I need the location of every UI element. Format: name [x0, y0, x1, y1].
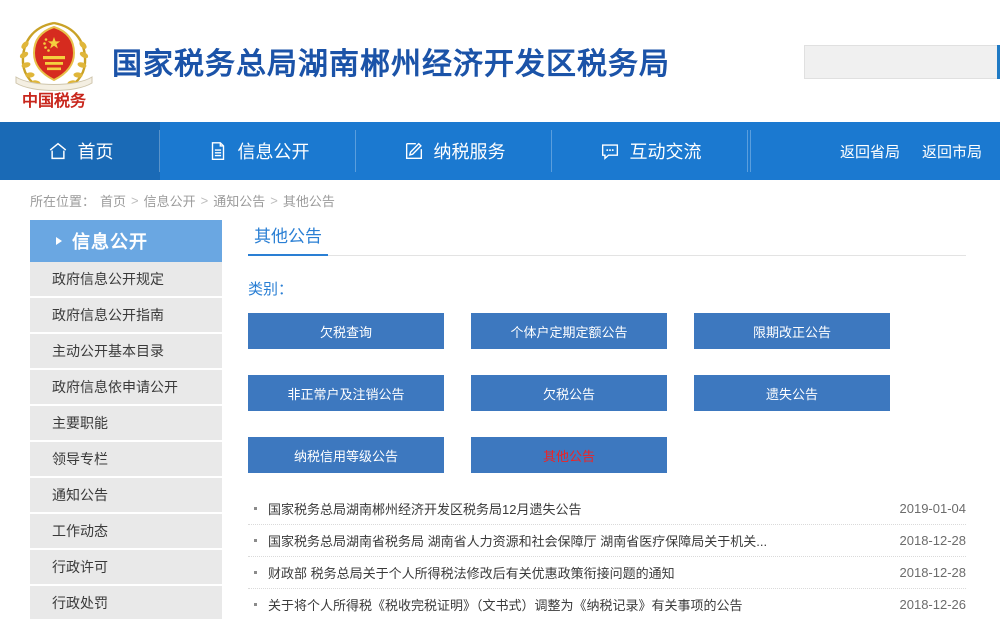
site-header: 中国税务 国家税务总局湖南郴州经济开发区税务局: [0, 0, 1000, 122]
category-button-loss-announcement[interactable]: 遗失公告: [694, 375, 890, 411]
sidebar: 信息公开 政府信息公开规定 政府信息公开指南 主动公开基本目录 政府信息依申请公…: [30, 220, 222, 619]
list-item[interactable]: 财政部 税务总局关于个人所得税法修改后有关优惠政策衔接问题的通知 2018-12…: [248, 557, 966, 589]
sidebar-item-leadership[interactable]: 领导专栏: [30, 442, 222, 478]
page-title: 国家税务总局湖南郴州经济开发区税务局: [112, 39, 670, 83]
content-tabs: 其他公告: [248, 220, 966, 256]
search-input[interactable]: [804, 45, 997, 79]
nav-right-links: 返回省局 返回市局: [840, 122, 1000, 180]
bullet-icon: [254, 571, 257, 574]
sidebar-item-label: 行政处罚: [52, 593, 108, 613]
pencil-square-icon: [403, 140, 425, 162]
nav-item-info-disclosure[interactable]: 信息公开: [160, 122, 356, 180]
list-item[interactable]: 国家税务总局湖南省税务局 湖南省人力资源和社会保障厅 湖南省医疗保障局关于机关.…: [248, 525, 966, 557]
nav-item-info-disclosure-label: 信息公开: [238, 138, 310, 164]
main-navigation: 首页 信息公开 纳税服务 互: [0, 122, 1000, 180]
sidebar-item-label: 政府信息公开指南: [52, 305, 164, 325]
breadcrumb-separator: >: [131, 193, 139, 208]
breadcrumb-separator: >: [270, 193, 278, 208]
document-icon: [207, 140, 229, 162]
sidebar-item-admin-penalty[interactable]: 行政处罚: [30, 586, 222, 619]
sidebar-item-label: 工作动态: [52, 521, 108, 541]
bullet-icon: [254, 507, 257, 510]
chat-bubble-icon: [599, 140, 621, 162]
breadcrumb-item-info-disclosure[interactable]: 信息公开: [144, 191, 196, 210]
sidebar-item-label: 政府信息公开规定: [52, 269, 164, 289]
category-button-individual-fixed-quota[interactable]: 个体户定期定额公告: [471, 313, 667, 349]
category-button-tax-arrears-query[interactable]: 欠税查询: [248, 313, 444, 349]
category-label: 类别：: [248, 278, 966, 299]
news-date: 2019-01-04: [900, 501, 967, 516]
news-date: 2018-12-28: [900, 533, 967, 548]
china-tax-emblem: 中国税务: [6, 11, 102, 111]
home-icon: [47, 140, 69, 162]
breadcrumb-separator: >: [201, 193, 209, 208]
sidebar-item-label: 通知公告: [52, 485, 108, 505]
sidebar-item-label: 主要职能: [52, 413, 108, 433]
content-area: 其他公告 类别： 欠税查询 个体户定期定额公告 限期改正公告 非正常户及注销公告…: [248, 220, 1000, 619]
list-item[interactable]: 关于将个人所得税《税收完税证明》（文书式）调整为《纳税记录》有关事项的公告 20…: [248, 589, 966, 619]
category-button-tax-credit-rating[interactable]: 纳税信用等级公告: [248, 437, 444, 473]
sidebar-item-disclosure-on-request[interactable]: 政府信息依申请公开: [30, 370, 222, 406]
list-item[interactable]: 国家税务总局湖南郴州经济开发区税务局12月遗失公告 2019-01-04: [248, 493, 966, 525]
news-title: 关于将个人所得税《税收完税证明》（文书式）调整为《纳税记录》有关事项的公告: [268, 595, 884, 614]
breadcrumb-item-notices[interactable]: 通知公告: [213, 191, 265, 210]
sidebar-item-label: 行政许可: [52, 557, 108, 577]
nav-item-tax-service-label: 纳税服务: [434, 138, 506, 164]
nav-link-province-bureau[interactable]: 返回省局: [840, 141, 900, 162]
news-date: 2018-12-28: [900, 565, 967, 580]
china-tax-emblem-icon: 中国税务: [6, 11, 102, 111]
breadcrumb-item-other-announcements[interactable]: 其他公告: [283, 191, 335, 210]
category-button-abnormal-and-deregistration[interactable]: 非正常户及注销公告: [248, 375, 444, 411]
sidebar-item-notices[interactable]: 通知公告: [30, 478, 222, 514]
triangle-right-icon: [56, 237, 62, 245]
nav-item-home[interactable]: 首页: [0, 122, 160, 180]
sidebar-header-label: 信息公开: [72, 228, 148, 254]
sidebar-item-label: 主动公开基本目录: [52, 341, 164, 361]
emblem-caption: 中国税务: [22, 91, 87, 110]
nav-item-tax-service[interactable]: 纳税服务: [356, 122, 552, 180]
news-title: 国家税务总局湖南郴州经济开发区税务局12月遗失公告: [268, 499, 884, 518]
tab-other-announcements[interactable]: 其他公告: [248, 222, 328, 256]
sidebar-item-work-updates[interactable]: 工作动态: [30, 514, 222, 550]
sidebar-item-main-duties[interactable]: 主要职能: [30, 406, 222, 442]
breadcrumb: 所在位置： 首页 > 信息公开 > 通知公告 > 其他公告: [0, 180, 1000, 220]
nav-item-home-label: 首页: [78, 138, 114, 164]
bullet-icon: [254, 539, 257, 542]
category-button-other-announcements[interactable]: 其他公告: [471, 437, 667, 473]
nav-item-interaction[interactable]: 互动交流: [552, 122, 748, 180]
category-grid: 欠税查询 个体户定期定额公告 限期改正公告 非正常户及注销公告 欠税公告 遗失公…: [248, 313, 966, 473]
nav-item-interaction-label: 互动交流: [630, 138, 702, 164]
nav-link-city-bureau[interactable]: 返回市局: [922, 141, 982, 162]
sidebar-item-disclosure-rules[interactable]: 政府信息公开规定: [30, 262, 222, 298]
news-title: 国家税务总局湖南省税务局 湖南省人力资源和社会保障厅 湖南省医疗保障局关于机关.…: [268, 531, 884, 550]
category-button-rectification-deadline[interactable]: 限期改正公告: [694, 313, 890, 349]
news-date: 2018-12-26: [900, 597, 967, 612]
search-box[interactable]: [804, 45, 1000, 79]
breadcrumb-label: 所在位置：: [30, 191, 95, 210]
page-body: 信息公开 政府信息公开规定 政府信息公开指南 主动公开基本目录 政府信息依申请公…: [0, 220, 1000, 619]
breadcrumb-item-home[interactable]: 首页: [100, 191, 126, 210]
category-button-tax-arrears-announcement[interactable]: 欠税公告: [471, 375, 667, 411]
sidebar-item-basic-catalog[interactable]: 主动公开基本目录: [30, 334, 222, 370]
news-list: 国家税务总局湖南郴州经济开发区税务局12月遗失公告 2019-01-04 国家税…: [248, 493, 966, 619]
news-title: 财政部 税务总局关于个人所得税法修改后有关优惠政策衔接问题的通知: [268, 563, 884, 582]
bullet-icon: [254, 603, 257, 606]
sidebar-item-label: 领导专栏: [52, 449, 108, 469]
sidebar-item-label: 政府信息依申请公开: [52, 377, 178, 397]
sidebar-item-disclosure-guide[interactable]: 政府信息公开指南: [30, 298, 222, 334]
nav-divider: [750, 130, 751, 172]
sidebar-header[interactable]: 信息公开: [30, 220, 222, 262]
sidebar-item-admin-licensing[interactable]: 行政许可: [30, 550, 222, 586]
